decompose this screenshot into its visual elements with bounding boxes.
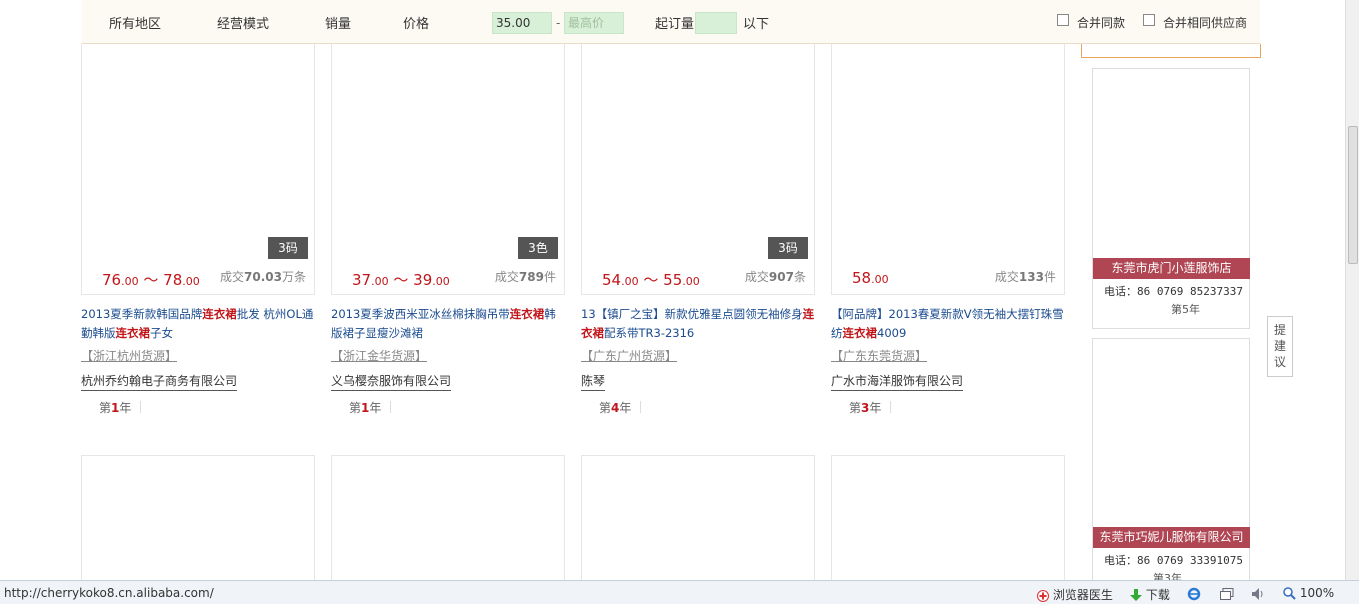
browser-doctor[interactable]: 浏览器医生 bbox=[1037, 586, 1113, 603]
sales-count: 成交789件 bbox=[494, 270, 556, 284]
sales-count: 成交70.03万条 bbox=[220, 270, 306, 284]
status-url: http://cherrykoko8.cn.alibaba.com/ bbox=[4, 586, 214, 600]
zoom-level: 100% bbox=[1299, 586, 1335, 600]
suggest-button[interactable]: 提建议 bbox=[1267, 316, 1293, 377]
variant-badge: 3码 bbox=[768, 237, 808, 259]
moq-input[interactable] bbox=[695, 12, 737, 34]
side-supplier-card[interactable]: 东莞市巧妮儿服饰有限公司 电话：86 0769 33391075 第3年 bbox=[1092, 338, 1250, 585]
supplier-phone: 电话：86 0769 85237337 bbox=[1104, 285, 1243, 298]
product-title[interactable]: 【阿品牌】2013春夏新款V领无袖大摆钉珠雪纺连衣裙4009 bbox=[831, 305, 1065, 343]
ie-icon[interactable] bbox=[1187, 586, 1201, 601]
supplier-name[interactable]: 东莞市巧妮儿服饰有限公司 bbox=[1093, 527, 1250, 548]
side-supplier-card[interactable]: 东莞市虎门小莲服饰店 电话：86 0769 85237337 第5年 bbox=[1092, 68, 1250, 329]
product-title[interactable]: 2013夏季新款韩国品牌连衣裙批发 杭州OL通勤韩版连衣裙子女 bbox=[81, 305, 315, 343]
zoom-control[interactable]: 100% bbox=[1283, 586, 1334, 600]
side-panel-frame bbox=[1081, 44, 1261, 58]
filter-bar: 所有地区 经营模式 销量 价格 35.00 - 最高价 起订量 以下 合并同款 … bbox=[82, 0, 1260, 44]
variant-badge: 3色 bbox=[518, 237, 558, 259]
origin-link[interactable]: 【广东东莞货源】 bbox=[831, 347, 927, 364]
product-title[interactable]: 2013夏季波西米亚冰丝棉抹胸吊带连衣裙韩版裙子显瘦沙滩裙 bbox=[331, 305, 565, 343]
filter-price[interactable]: 价格 bbox=[403, 13, 429, 32]
origin-link[interactable]: 【浙江金华货源】 bbox=[331, 347, 427, 364]
price-range: 76.00 ～ 78.00 bbox=[102, 271, 200, 289]
download-button[interactable]: 下载 bbox=[1130, 586, 1170, 603]
membership-years: 第4年 bbox=[599, 401, 642, 415]
price-dash: - bbox=[556, 16, 561, 30]
page: { "filter": { "region": "所有地区", "mode": … bbox=[0, 0, 1359, 604]
membership-years: 第1年 bbox=[99, 401, 142, 415]
price-max-input[interactable]: 最高价 bbox=[564, 12, 624, 34]
speaker-icon[interactable] bbox=[1252, 586, 1266, 600]
price-range: 37.00 ～ 39.00 bbox=[352, 271, 450, 289]
company-link[interactable]: 陈琴 bbox=[581, 372, 606, 391]
membership-years: 第3年 bbox=[849, 401, 892, 415]
product-image[interactable]: 58.00 成交133件 bbox=[831, 44, 1065, 295]
status-bar: http://cherrykoko8.cn.alibaba.com/ 浏览器医生… bbox=[0, 580, 1359, 604]
price-min-input[interactable]: 35.00 bbox=[492, 12, 552, 34]
product-card-placeholder[interactable] bbox=[581, 455, 815, 580]
membership-years: 第1年 bbox=[349, 401, 392, 415]
origin-link[interactable]: 【浙江杭州货源】 bbox=[81, 347, 177, 364]
merge-same-checkbox[interactable] bbox=[1057, 14, 1069, 26]
product-card-placeholder[interactable] bbox=[331, 455, 565, 580]
product-card[interactable]: 3码 54.00 ～ 55.00 成交907条 13【镇厂之宝】新款优雅星点圆领… bbox=[581, 44, 815, 424]
product-card[interactable]: 3码 76.00 ～ 78.00 成交70.03万条 2013夏季新款韩国品牌连… bbox=[81, 44, 315, 424]
price-single: 58.00 bbox=[852, 269, 889, 287]
doctor-label: 浏览器医生 bbox=[1052, 588, 1113, 602]
product-image[interactable]: 3色 37.00 ～ 39.00 成交789件 bbox=[331, 44, 565, 295]
filter-sales[interactable]: 销量 bbox=[325, 13, 351, 32]
price-range: 54.00 ～ 55.00 bbox=[602, 271, 700, 289]
sales-count: 成交907条 bbox=[744, 270, 806, 284]
product-title[interactable]: 13【镇厂之宝】新款优雅星点圆领无袖修身连衣裙配系带TR3-2316 bbox=[581, 305, 815, 343]
filter-business-mode[interactable]: 经营模式 bbox=[217, 13, 269, 32]
zoom-icon bbox=[1283, 587, 1296, 600]
origin-link[interactable]: 【广东广州货源】 bbox=[581, 347, 677, 364]
product-card-placeholder[interactable] bbox=[81, 455, 315, 580]
download-label: 下载 bbox=[1145, 588, 1170, 602]
merge-supplier-label[interactable]: 合并相同供应商 bbox=[1163, 14, 1247, 31]
product-card-placeholder[interactable] bbox=[831, 455, 1065, 580]
variant-badge: 3码 bbox=[268, 237, 308, 259]
company-link[interactable]: 广水市海洋服饰有限公司 bbox=[831, 372, 964, 391]
product-image[interactable]: 3码 54.00 ～ 55.00 成交907条 bbox=[581, 44, 815, 295]
filter-region[interactable]: 所有地区 bbox=[109, 13, 161, 32]
product-image[interactable]: 3码 76.00 ～ 78.00 成交70.03万条 bbox=[81, 44, 315, 295]
company-link[interactable]: 义乌樱奈服饰有限公司 bbox=[331, 372, 452, 391]
window-icon[interactable] bbox=[1220, 586, 1234, 600]
merge-same-label[interactable]: 合并同款 bbox=[1077, 14, 1125, 31]
product-card[interactable]: 58.00 成交133件 【阿品牌】2013春夏新款V领无袖大摆钉珠雪纺连衣裙4… bbox=[831, 44, 1065, 424]
supplier-years: 第5年 bbox=[1171, 303, 1200, 316]
download-icon bbox=[1130, 589, 1142, 601]
doctor-icon bbox=[1037, 589, 1049, 602]
suggest-label: 提建议 bbox=[1274, 323, 1287, 369]
company-link[interactable]: 杭州乔约翰电子商务有限公司 bbox=[81, 372, 238, 391]
product-card[interactable]: 3色 37.00 ～ 39.00 成交789件 2013夏季波西米亚冰丝棉抹胸吊… bbox=[331, 44, 565, 424]
vertical-scrollbar[interactable] bbox=[1345, 0, 1359, 580]
merge-supplier-checkbox[interactable] bbox=[1143, 14, 1155, 26]
scrollbar-thumb[interactable] bbox=[1348, 126, 1358, 264]
supplier-name[interactable]: 东莞市虎门小莲服饰店 bbox=[1093, 258, 1250, 279]
sales-count: 成交133件 bbox=[994, 270, 1056, 284]
supplier-phone: 电话：86 0769 33391075 bbox=[1104, 554, 1243, 567]
below-label: 以下 bbox=[743, 17, 770, 32]
moq-label: 起订量 bbox=[655, 17, 695, 32]
